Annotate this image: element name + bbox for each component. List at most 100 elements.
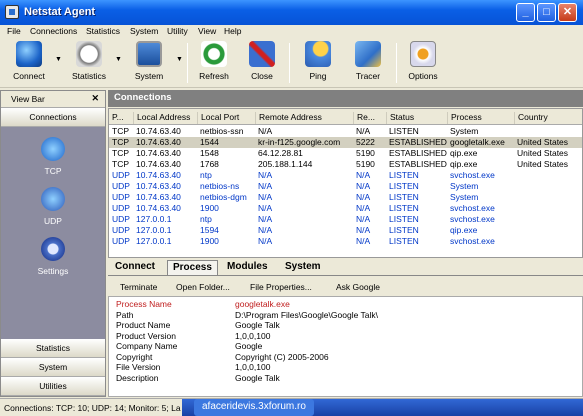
view-bar-header: View Bar ✕ [1,91,105,108]
table-cell: 127.0.0.1 [136,236,172,246]
options-button[interactable]: Options [402,41,444,81]
table-cell: 10.74.63.40 [136,126,181,136]
process-actions: Terminate Open Folder... File Properties… [108,277,583,295]
table-row[interactable]: TCP 10.74.63.40 1768 205.188.1.144 5190 ESTAB… [109,159,582,170]
tab-modules[interactable]: Modules [222,260,273,275]
column-header[interactable]: Remote Address [255,112,322,124]
table-row[interactable]: TCP 10.74.63.40 1544 kr-in-f125.google.com 5… [109,137,582,148]
table-cell: ntp [200,214,212,224]
table-cell: netbios-ssn [200,126,244,136]
system-dropdown-icon[interactable]: ▼ [176,56,183,63]
table-cell: 5222 [356,137,375,147]
table-cell: svchost.exe [450,236,495,246]
column-header[interactable]: Re... [353,112,375,124]
table-cell: LISTEN [389,126,419,136]
tab-connect[interactable]: Connect [110,260,160,275]
view-bar-item-settings[interactable]: Settings [1,237,105,276]
detail-row: Description Google Talk [109,373,583,383]
table-row[interactable]: UDP 127.0.0.1 ntp N/A N/A LISTEN svchost.exe [109,214,582,225]
menu-file[interactable]: File [7,26,21,36]
table-cell: 1594 [200,225,219,235]
column-header[interactable]: Local Address [133,112,190,124]
table-header: P... Local Address Local Port Remote Add… [109,109,582,125]
table-cell: ESTABLISHED [389,159,447,169]
terminate-link[interactable]: Terminate [120,282,157,292]
close-connection-button[interactable]: Close [242,41,282,81]
column-header[interactable]: Country [514,112,548,124]
detail-key: Product Version [116,330,177,341]
connections-table[interactable]: P... Local Address Local Port Remote Add… [108,108,583,258]
statistics-button[interactable]: Statistics [68,41,110,81]
table-row[interactable]: UDP 10.74.63.40 netbios-ns N/A N/A LISTEN Syst… [109,181,582,192]
menu-system[interactable]: System [130,26,158,36]
view-bar-statistics-button[interactable]: Statistics [1,339,105,358]
menu-help[interactable]: Help [224,26,241,36]
ping-label: Ping [309,71,327,81]
table-cell: TCP [112,148,129,158]
column-header[interactable]: Status [386,112,414,124]
menu-statistics[interactable]: Statistics [86,26,120,36]
table-cell: N/A [258,203,273,213]
table-row[interactable]: UDP 10.74.63.40 ntp N/A N/A LISTEN svchost.exe [109,170,582,181]
tracer-button[interactable]: Tracer [348,41,388,81]
table-cell: UDP [112,236,130,246]
detail-value: D:\Program Files\Google\Google Talk\ [235,309,378,320]
refresh-icon [201,41,227,67]
menu-view[interactable]: View [198,26,216,36]
table-cell: 1548 [200,148,219,158]
table-cell: N/A [258,126,273,136]
table-cell: 1900 [200,236,219,246]
connect-dropdown-icon[interactable]: ▼ [55,56,62,63]
close-button[interactable]: ✕ [558,3,577,22]
table-cell: N/A [356,170,371,180]
view-bar-connections-button[interactable]: Connections [1,108,105,127]
statistics-dropdown-icon[interactable]: ▼ [115,56,122,63]
minimize-button[interactable]: _ [516,3,535,22]
options-icon [410,41,436,67]
table-cell: N/A [356,214,371,224]
refresh-label: Refresh [199,71,229,81]
tracer-icon [355,41,381,67]
ask-google-link[interactable]: Ask Google [336,282,380,292]
column-header[interactable]: Local Port [197,112,239,124]
column-header[interactable]: Process [447,112,482,124]
refresh-button[interactable]: Refresh [194,41,234,81]
table-row[interactable]: UDP 127.0.0.1 1900 N/A N/A LISTEN svchost.exe [109,236,582,247]
view-bar-system-button[interactable]: System [1,358,105,377]
table-cell: 10.74.63.40 [136,148,181,158]
statistics-label: Statistics [71,71,106,81]
table-cell: 10.74.63.40 [136,170,181,180]
connect-button[interactable]: Connect [8,41,50,81]
table-cell: System [450,192,479,202]
view-bar-item-tcp[interactable]: TCP [1,137,105,176]
taskbar-item[interactable]: afaceridevis.3xforum.ro [194,399,314,416]
column-header[interactable]: P... [109,112,124,124]
detail-row: Path D:\Program Files\Google\Google Talk\ [109,310,583,320]
table-row[interactable]: UDP 127.0.0.1 1594 N/A N/A LISTEN qip.exe [109,225,582,236]
view-bar-item-udp[interactable]: UDP [1,187,105,226]
table-row[interactable]: UDP 10.74.63.40 1900 N/A N/A LISTEN svchost.ex… [109,203,582,214]
system-button[interactable]: System [128,41,170,81]
ping-button[interactable]: Ping [298,41,338,81]
menu-connections[interactable]: Connections [30,26,77,36]
view-bar-utilities-button[interactable]: Utilities [1,377,105,396]
detail-tabs: Connect Process Modules System [108,258,583,276]
menu-utility[interactable]: Utility [167,26,188,36]
menu-bar: File Connections Statistics System Utili… [0,25,583,39]
open-folder-link[interactable]: Open Folder... [176,282,230,292]
table-cell: UDP [112,170,130,180]
maximize-button[interactable]: □ [537,3,556,22]
detail-row: Company Name Google [109,341,583,351]
table-cell: UDP [112,203,130,213]
file-properties-link[interactable]: File Properties... [250,282,312,292]
table-row[interactable]: UDP 10.74.63.40 netbios-dgm N/A N/A LISTEN Sys… [109,192,582,203]
table-cell: N/A [356,236,371,246]
status-text: Connections: TCP: 10; UDP: 14; Monitor: … [4,403,181,413]
close-icon[interactable]: ✕ [91,93,99,104]
tab-process[interactable]: Process [167,260,218,275]
table-cell: LISTEN [389,214,419,224]
table-row[interactable]: TCP 10.74.63.40 1548 64.12.28.81 5190 ESTABLI… [109,148,582,159]
table-row[interactable]: TCP 10.74.63.40 netbios-ssn N/A N/A LISTEN Sys… [109,126,582,137]
table-cell: LISTEN [389,170,419,180]
tab-system[interactable]: System [280,260,326,275]
